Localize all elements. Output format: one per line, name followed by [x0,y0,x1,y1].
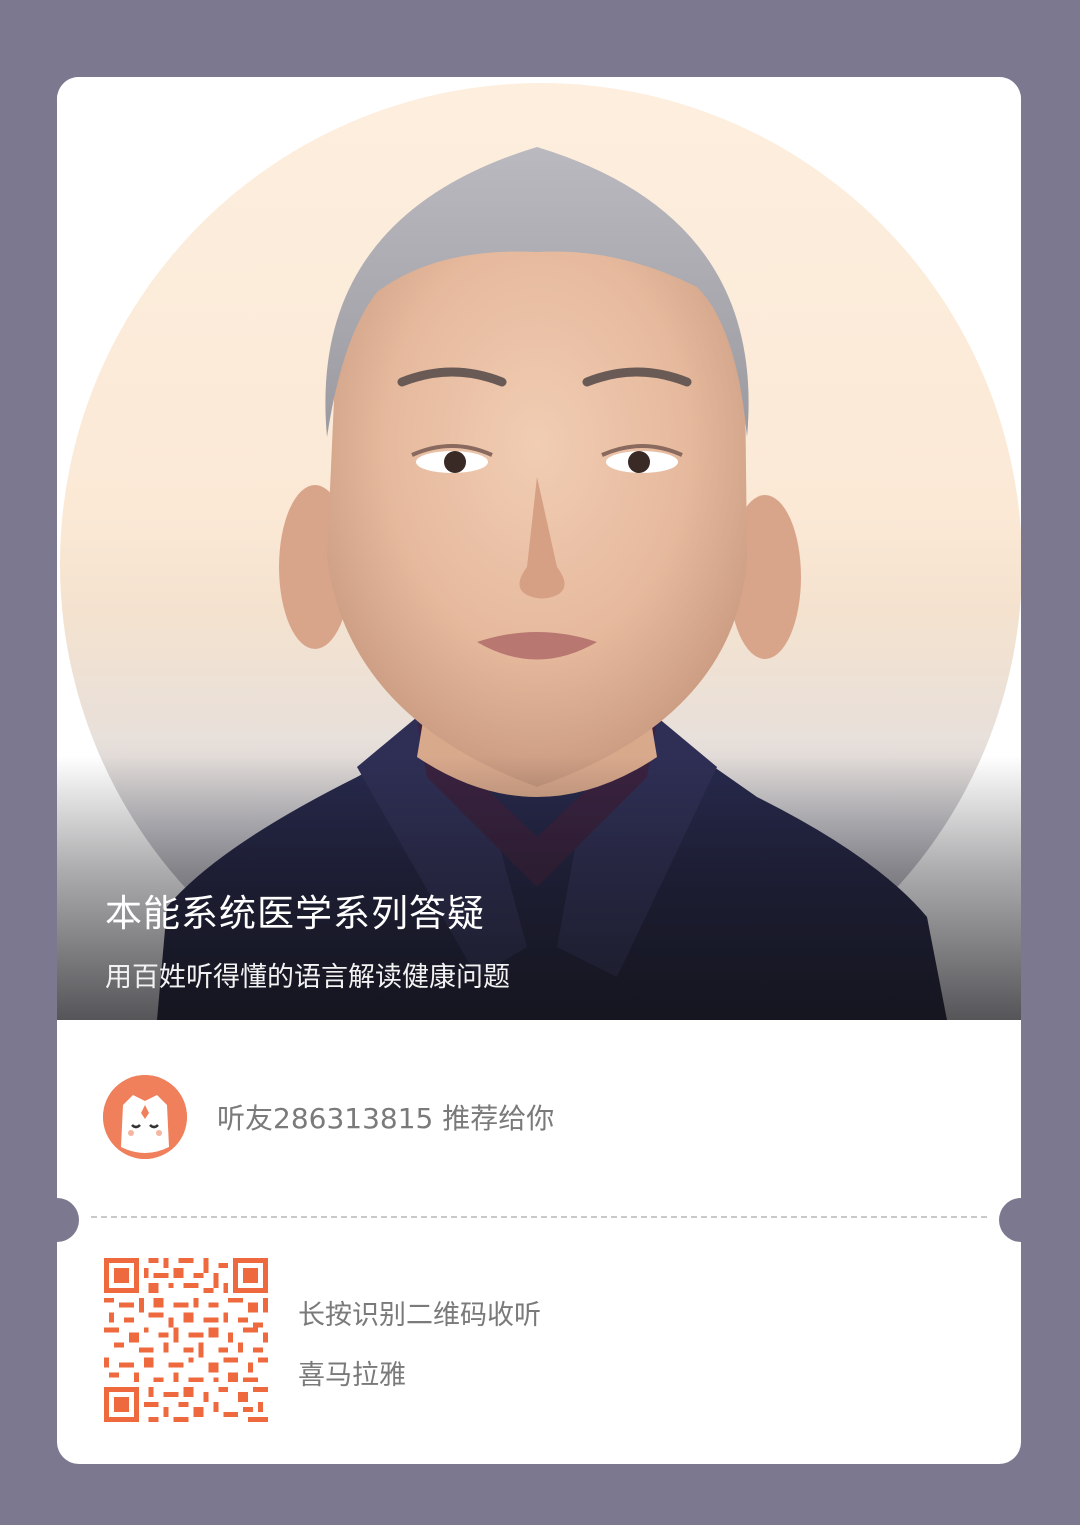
recommender-row: 听友286313815 推荐给你 [103,1075,554,1159]
album-title: 本能系统医学系列答疑 [105,892,485,935]
qr-hint-text: 长按识别二维码收听 [298,1300,541,1331]
album-subtitle: 用百姓听得懂的语言解读健康问题 [105,962,510,993]
hero-banner: 本能系统医学系列答疑 用百姓听得懂的语言解读健康问题 [57,77,1021,1020]
recommendation-text: 听友286313815 推荐给你 [217,1102,555,1135]
ticket-notch-left [57,1198,79,1242]
dashed-divider [91,1216,987,1218]
portrait-photo [157,147,947,1020]
ticket-notch-right [999,1198,1021,1242]
brand-name: 喜马拉雅 [298,1360,406,1391]
qr-caption: 长按识别二维码收听 喜马拉雅 [298,1293,541,1392]
qr-code-icon[interactable] [104,1258,268,1422]
ximalaya-cat-icon [103,1075,187,1159]
share-card: 本能系统医学系列答疑 用百姓听得懂的语言解读健康问题 听友286313815 推… [57,77,1021,1464]
avatar [103,1075,187,1159]
